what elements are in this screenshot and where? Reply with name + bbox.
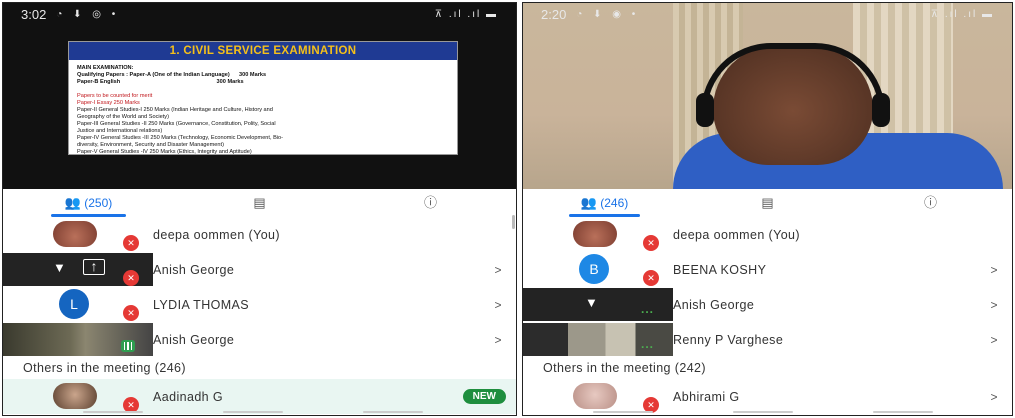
tab-chat[interactable]: ▤: [686, 189, 849, 217]
participant-name: deepa oommen (You): [673, 227, 800, 242]
participant-name: Anish George: [153, 332, 235, 347]
shared-slide: 1. CIVIL SERVICE EXAMINATION MAIN EXAMIN…: [68, 41, 458, 155]
meeting-tabs: 👥 (246) ▤ ⓘ: [523, 189, 1012, 217]
present-screen-icon: ↑: [83, 259, 105, 275]
chevron-right-icon[interactable]: >: [976, 333, 1012, 347]
list-item[interactable]: L ✕ LYDIA THOMAS >: [3, 287, 516, 322]
chat-icon: ▤: [761, 195, 774, 210]
slide-line: [77, 86, 449, 93]
tab-info[interactable]: ⓘ: [345, 189, 516, 217]
mic-off-icon: ✕: [123, 305, 139, 321]
slide-line: diversity, Environment, Security and Dis…: [77, 142, 224, 148]
participant-name: Anish George: [153, 262, 235, 277]
avatar: [573, 221, 617, 247]
mic-off-icon: ✕: [123, 270, 139, 286]
list-item[interactable]: ✕ Abhirami G >: [523, 379, 1012, 414]
nav-hint: [523, 411, 1012, 415]
headphone-ear: [872, 93, 890, 127]
video-tile: ...: [523, 323, 673, 356]
slide-line: Paper-IV General Studies -III 250 Marks …: [77, 135, 284, 141]
people-count: (246): [600, 196, 629, 210]
speaking-dots-icon: ...: [641, 302, 655, 316]
mic-off-icon: ✕: [643, 270, 659, 286]
slide-line: Papers to be counted for merit: [77, 93, 153, 99]
participant-name: BEENA KOSHY: [673, 262, 767, 277]
chevron-right-icon[interactable]: >: [480, 263, 516, 277]
chevron-right-icon[interactable]: >: [976, 263, 1012, 277]
avatar: [573, 383, 617, 409]
chevron-right-icon[interactable]: >: [976, 390, 1012, 404]
section-header: Others in the meeting (242): [543, 361, 706, 375]
pin-icon: ▼: [53, 260, 66, 275]
slide-line: Justice and International relations): [77, 128, 163, 134]
status-icons: ◔ ⬇ ◎ •: [56, 8, 120, 20]
slide-line: MAIN EXAMINATION:: [77, 65, 134, 71]
participant-name: deepa oommen (You): [153, 227, 280, 242]
info-icon: ⓘ: [423, 195, 437, 210]
presentation-view[interactable]: 1. CIVIL SERVICE EXAMINATION MAIN EXAMIN…: [3, 3, 516, 189]
tab-info[interactable]: ⓘ: [849, 189, 1012, 217]
signal-icon: ⊼ .ıl .ıl ▬: [930, 8, 994, 20]
pin-icon: ▼: [585, 295, 598, 310]
avatar: B: [579, 254, 609, 284]
list-item[interactable]: ✕ deepa oommen (You): [523, 217, 1012, 252]
participant-list: ✕ deepa oommen (You) B ✕ BEENA KOSHY > ▼…: [523, 217, 1012, 414]
slide-line: Paper-I Essay 250 Marks: [77, 100, 140, 106]
nav-hint: [3, 411, 516, 415]
speaking-dots-icon: ...: [641, 337, 655, 351]
participant-name: Aadinadh G: [153, 389, 224, 404]
participant-list: ✕ deepa oommen (You) ▼ ↑ ✕ Anish George …: [3, 217, 516, 414]
slide-line: Paper-II General Studies-I 250 Marks (In…: [77, 107, 273, 113]
section-header: Others in the meeting (246): [23, 361, 186, 375]
slide-line: Paper-V General Studies -IV 250 Marks (E…: [77, 149, 252, 155]
slide-title: 1. CIVIL SERVICE EXAMINATION: [69, 42, 457, 60]
people-icon: 👥: [580, 195, 597, 210]
avatar: L: [59, 289, 89, 319]
new-badge: NEW: [462, 389, 506, 404]
signal-icon: ⊼ .ıl .ıl ▬: [434, 8, 498, 20]
participant-name: Abhirami G: [673, 389, 740, 404]
left-phone-screen: 1. CIVIL SERVICE EXAMINATION MAIN EXAMIN…: [2, 2, 517, 416]
list-item[interactable]: B ✕ BEENA KOSHY >: [523, 252, 1012, 287]
headphone-ear: [696, 93, 714, 127]
list-item[interactable]: ✕ deepa oommen (You): [3, 217, 516, 252]
chevron-right-icon[interactable]: >: [480, 333, 516, 347]
speaking-icon: [121, 340, 135, 352]
people-icon: 👥: [64, 195, 81, 210]
people-count: (250): [84, 196, 113, 210]
tab-people[interactable]: 👥 (246): [523, 189, 686, 217]
list-item[interactable]: ✕ Aadinadh G NEW: [3, 379, 516, 414]
status-time: 3:02: [21, 6, 47, 22]
speaker-video[interactable]: [523, 3, 1012, 189]
status-icons: ◔ ⬇ ◉ •: [576, 8, 640, 20]
participant-name: Anish George: [673, 297, 755, 312]
video-tile: ▼ ...: [523, 288, 673, 321]
avatar: [53, 383, 97, 409]
tab-people[interactable]: 👥 (250): [3, 189, 174, 217]
status-bar: 3:02 ◔ ⬇ ◎ • ⊼ .ıl .ıl ▬: [3, 3, 516, 25]
list-item[interactable]: ▼ ↑ ✕ Anish George >: [3, 252, 516, 287]
participant-name: Renny P Varghese: [673, 332, 784, 347]
meeting-tabs: 👥 (250) ▤ ⓘ: [3, 189, 516, 217]
slide-line: Qualifying Papers : Paper-A (One of the …: [77, 72, 267, 78]
participant-name: LYDIA THOMAS: [153, 297, 250, 312]
info-icon: ⓘ: [923, 195, 937, 210]
right-phone-screen: 2:20 ◔ ⬇ ◉ • ⊼ .ıl .ıl ▬ 👥 (246) ▤ ⓘ ✕ d…: [522, 2, 1013, 416]
slide-line: Paper-B English 300 Marks: [77, 79, 244, 85]
chevron-right-icon[interactable]: >: [480, 298, 516, 312]
status-bar: 2:20 ◔ ⬇ ◉ • ⊼ .ıl .ıl ▬: [523, 3, 1012, 25]
chevron-right-icon[interactable]: >: [976, 298, 1012, 312]
mic-off-icon: ✕: [123, 235, 139, 251]
status-time: 2:20: [541, 6, 567, 22]
mic-off-icon: ✕: [643, 235, 659, 251]
avatar: [53, 221, 97, 247]
slide-line: Paper-III General Studies -II 250 Marks …: [77, 121, 276, 127]
chat-icon: ▤: [253, 195, 266, 210]
tab-chat[interactable]: ▤: [174, 189, 345, 217]
list-item[interactable]: ... Renny P Varghese >: [523, 322, 1012, 357]
list-item[interactable]: Anish George >: [3, 322, 516, 357]
list-item[interactable]: ▼ ... Anish George >: [523, 287, 1012, 322]
slide-body: MAIN EXAMINATION: Qualifying Papers : Pap…: [69, 60, 457, 155]
slide-line: Geography of the World and Society): [77, 114, 169, 120]
